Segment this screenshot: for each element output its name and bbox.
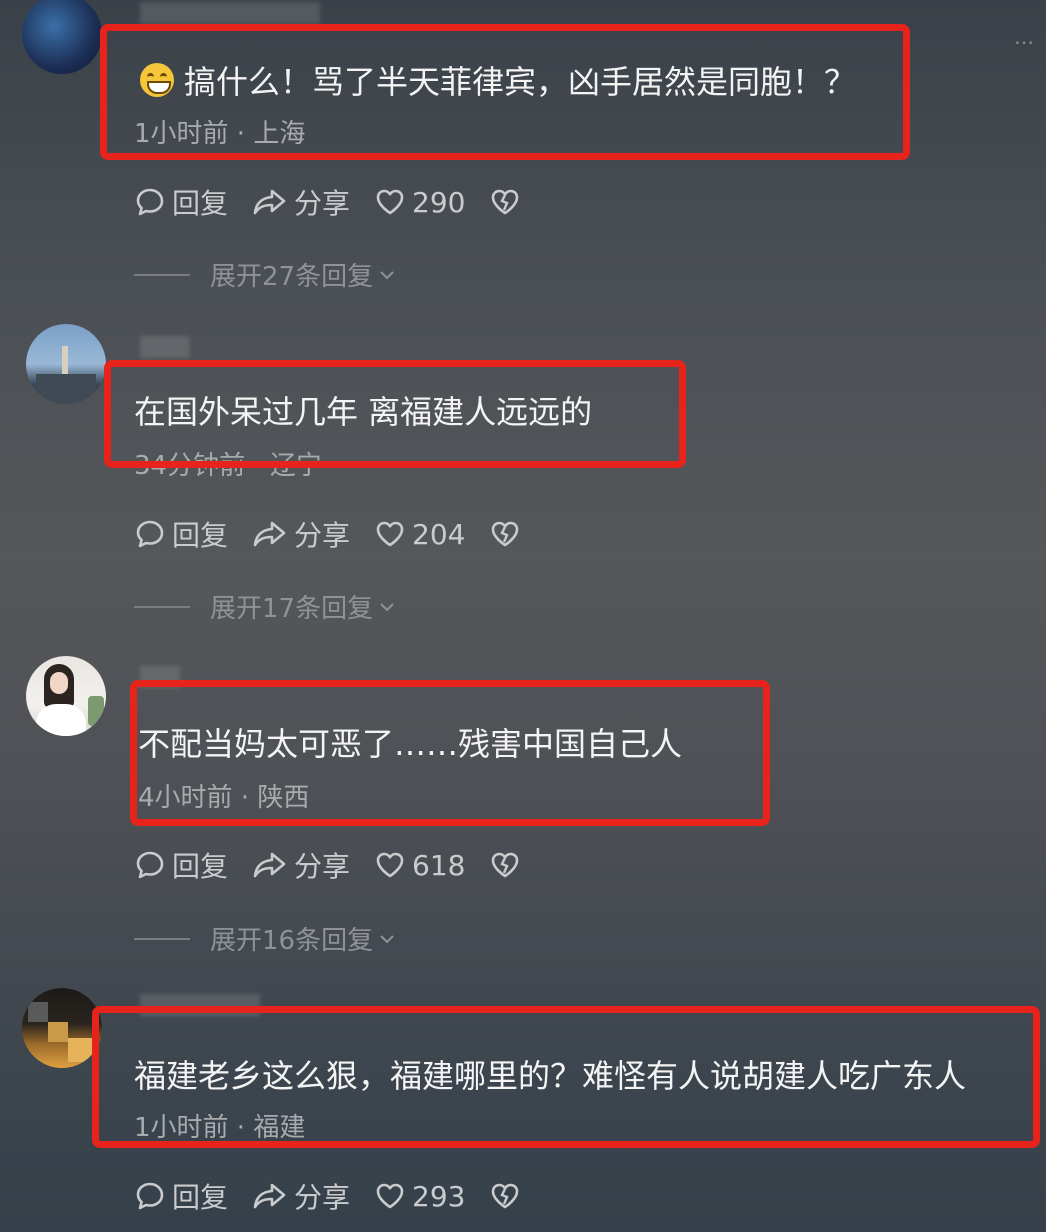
- comment-actions: 回复 分享 204: [134, 512, 545, 556]
- share-label: 分享: [294, 1181, 351, 1214]
- like-count: 618: [412, 848, 466, 882]
- reply-label: 回复: [172, 519, 229, 552]
- divider-line: [134, 273, 190, 276]
- expand-label: 展开16条回复: [210, 926, 374, 956]
- avatar[interactable]: [22, 0, 102, 74]
- share-icon: [253, 852, 286, 878]
- avatar[interactable]: [26, 324, 106, 404]
- dislike-button[interactable]: [489, 849, 521, 881]
- like-button[interactable]: 290: [374, 186, 465, 219]
- share-button[interactable]: 分享: [252, 182, 350, 222]
- expand-replies[interactable]: 展开27条回复: [134, 256, 397, 293]
- expand-label: 展开17条回复: [210, 594, 374, 624]
- heart-icon: [376, 1183, 404, 1209]
- highlight-box: [104, 360, 686, 468]
- username-blurred[interactable]: [140, 336, 190, 358]
- share-icon: [253, 1183, 286, 1209]
- heart-icon: [376, 852, 404, 878]
- share-label: 分享: [294, 187, 351, 220]
- like-button[interactable]: 618: [374, 849, 465, 882]
- share-button[interactable]: 分享: [252, 1176, 350, 1216]
- comment-icon: [136, 188, 164, 216]
- comment-actions: 回复 分享 290: [134, 180, 545, 224]
- comment-item: 搞什么！骂了半天菲律宾，凶手居然是同胞！？ 1小时前 · 上海 回复 分享 29…: [0, 0, 1046, 300]
- like-button[interactable]: 204: [374, 518, 465, 551]
- dislike-button[interactable]: [489, 518, 521, 550]
- dislike-button[interactable]: [489, 186, 521, 218]
- share-icon: [253, 521, 286, 547]
- comment-icon: [136, 851, 164, 879]
- share-icon: [253, 189, 286, 215]
- like-count: 290: [412, 185, 466, 219]
- like-count: 204: [412, 517, 466, 551]
- reply-button[interactable]: 回复: [134, 1176, 228, 1216]
- heart-icon: [376, 521, 404, 547]
- reply-label: 回复: [172, 1181, 229, 1214]
- share-label: 分享: [294, 850, 351, 883]
- avatar[interactable]: [26, 656, 106, 736]
- expand-replies[interactable]: 展开16条回复: [134, 920, 397, 957]
- reply-label: 回复: [172, 850, 229, 883]
- highlight-box: [130, 680, 770, 826]
- chevron-down-icon: [380, 602, 394, 611]
- dislike-icon: [492, 189, 519, 215]
- share-button[interactable]: 分享: [252, 845, 350, 885]
- comment-actions: 回复 分享 618: [134, 843, 545, 887]
- highlight-box: [92, 1006, 1040, 1148]
- dislike-icon: [492, 852, 519, 878]
- share-button[interactable]: 分享: [252, 514, 350, 554]
- expand-replies[interactable]: 展开17条回复: [134, 588, 397, 625]
- expand-label: 展开27条回复: [210, 262, 374, 292]
- highlight-box: [100, 24, 910, 160]
- comment-icon: [136, 520, 164, 548]
- heart-icon: [376, 189, 404, 215]
- dislike-button[interactable]: [489, 1180, 521, 1212]
- like-button[interactable]: 293: [374, 1180, 465, 1213]
- reply-label: 回复: [172, 187, 229, 220]
- username-blurred[interactable]: [140, 2, 320, 24]
- avatar[interactable]: [22, 988, 102, 1068]
- chevron-down-icon: [380, 270, 394, 279]
- reply-button[interactable]: 回复: [134, 182, 228, 222]
- comment-icon: [136, 1182, 164, 1210]
- reply-button[interactable]: 回复: [134, 514, 228, 554]
- like-count: 293: [412, 1179, 466, 1213]
- share-label: 分享: [294, 519, 351, 552]
- dislike-icon: [492, 1183, 519, 1209]
- divider-line: [134, 605, 190, 608]
- divider-line: [134, 937, 190, 940]
- chevron-down-icon: [380, 934, 394, 943]
- reply-button[interactable]: 回复: [134, 845, 228, 885]
- comment-actions: 回复 分享 293: [134, 1174, 545, 1218]
- dislike-icon: [492, 521, 519, 547]
